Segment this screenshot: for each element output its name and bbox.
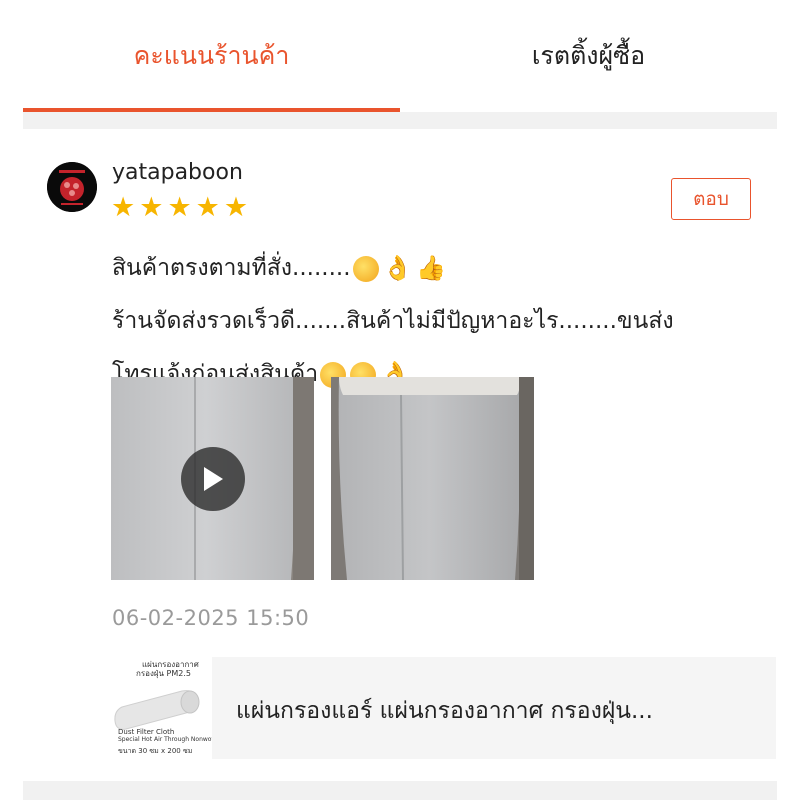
product-name: แผ่นกรองแอร์ แผ่นกรองอากาศ กรองฝุ่น... bbox=[236, 698, 653, 724]
smile-emoji-icon bbox=[352, 255, 379, 282]
star-icon: ★ bbox=[195, 192, 220, 223]
avatar-image bbox=[47, 162, 97, 212]
review-page: คะแนนร้านค้า เรตติ้งผู้ซื้อ yatapaboon ★… bbox=[23, 0, 777, 800]
avatar[interactable] bbox=[47, 162, 97, 212]
tab-buyer-rating[interactable]: เรตติ้งผู้ซื้อ bbox=[400, 0, 777, 112]
review-timestamp: 06-02-2025 15:50 bbox=[112, 606, 310, 630]
thumb-line: Special Hot Air Through Nonwovens bbox=[118, 736, 212, 743]
section-divider bbox=[23, 781, 777, 800]
thumb-title: แผ่นกรองอากาศ bbox=[142, 660, 199, 669]
tab-shop-rating[interactable]: คะแนนร้านค้า bbox=[23, 0, 400, 112]
reviewer-username: yatapaboon bbox=[112, 160, 243, 185]
thumb-size: ขนาด 30 ซม x 200 ซม bbox=[118, 747, 193, 755]
review-line: สินค้าตรงตามที่สั่ง........ 👌 👍 bbox=[112, 242, 762, 295]
product-card[interactable]: แผ่นกรองอากาศ กรองฝุ่น PM2.5 Dust Filter… bbox=[112, 657, 776, 759]
photo-thumbnail bbox=[331, 377, 534, 580]
review-video[interactable] bbox=[111, 377, 314, 580]
tab-bar: คะแนนร้านค้า เรตติ้งผู้ซื้อ bbox=[23, 0, 777, 112]
product-thumbnail: แผ่นกรองอากาศ กรองฝุ่น PM2.5 Dust Filter… bbox=[112, 657, 212, 759]
section-divider bbox=[23, 112, 777, 129]
star-icon: ★ bbox=[223, 192, 249, 223]
star-rating: ★ ★ ★ ★ ★ bbox=[111, 194, 248, 221]
star-icon: ★ bbox=[139, 192, 164, 223]
ok-hand-emoji-icon: 👌 bbox=[382, 254, 413, 282]
review-photo[interactable] bbox=[331, 377, 534, 580]
play-icon bbox=[204, 467, 223, 491]
star-icon: ★ bbox=[167, 192, 192, 223]
review-line: ร้านจัดส่งรวดเร็วดี.......สินค้าไม่มีปัญ… bbox=[112, 295, 762, 348]
play-button[interactable] bbox=[181, 447, 245, 511]
thumb-subtitle: กรองฝุ่น PM2.5 bbox=[136, 669, 191, 678]
reply-button[interactable]: ตอบ bbox=[671, 178, 751, 220]
thumbs-up-emoji-icon: 👍 bbox=[416, 254, 447, 282]
review-line-text: สินค้าตรงตามที่สั่ง........ bbox=[112, 255, 351, 281]
thumb-line: Dust Filter Cloth bbox=[118, 728, 175, 736]
review-line-text: ร้านจัดส่งรวดเร็วดี.......สินค้าไม่มีปัญ… bbox=[112, 308, 674, 334]
star-icon: ★ bbox=[111, 192, 136, 223]
